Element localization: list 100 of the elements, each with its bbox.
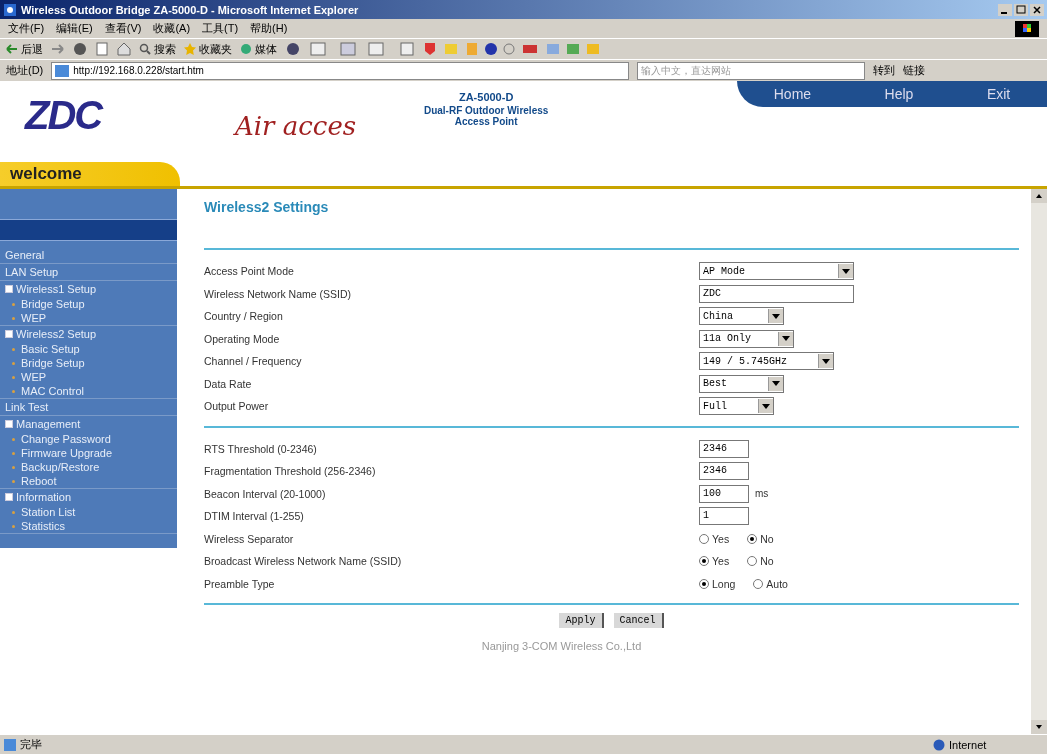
windows-logo-icon bbox=[1015, 20, 1039, 37]
brand-logo: Air acces bbox=[235, 111, 357, 143]
minimize-icon[interactable] bbox=[998, 3, 1012, 16]
zone-indicator: Internet bbox=[933, 738, 1043, 751]
sidebar-item[interactable]: General bbox=[0, 247, 177, 263]
favorites-button[interactable]: 收藏夹 bbox=[184, 41, 232, 57]
nav-link[interactable]: Exit bbox=[986, 86, 1011, 102]
sidebar-item[interactable]: Basic Setup bbox=[0, 342, 177, 356]
status-text: 完毕 bbox=[4, 737, 42, 752]
maximize-icon[interactable] bbox=[1014, 3, 1028, 16]
radio-label: Long bbox=[712, 577, 736, 590]
home-icon[interactable] bbox=[117, 42, 131, 56]
field-label: Channel / Frequency bbox=[204, 355, 303, 368]
sidebar-item[interactable]: Reboot bbox=[0, 474, 177, 488]
sidebar-item[interactable]: Bridge Setup bbox=[0, 356, 177, 370]
field-label: Preamble Type bbox=[204, 577, 276, 590]
field-label: Output Power bbox=[204, 400, 270, 413]
model-name: ZA-5000-D bbox=[457, 91, 515, 103]
dropdown[interactable]: 11a Only bbox=[699, 329, 794, 348]
square-bullet-icon bbox=[5, 420, 13, 428]
menu-item[interactable]: 编辑(E) bbox=[56, 21, 93, 36]
sidebar-item[interactable]: MAC Control bbox=[0, 384, 177, 398]
unit-label: ms bbox=[755, 488, 769, 500]
page-icon bbox=[55, 64, 70, 77]
dropdown[interactable]: 149 / 5.745GHz bbox=[699, 352, 834, 371]
square-bullet-icon bbox=[5, 285, 13, 293]
address-label: 地址(D) bbox=[6, 63, 44, 78]
sidebar-item[interactable]: Information bbox=[0, 489, 177, 505]
field-label: DTIM Interval (1-255) bbox=[204, 510, 305, 523]
page-icon bbox=[4, 738, 16, 751]
model-subtitle: Dual-RF Outdoor Wireless Access Point bbox=[422, 105, 550, 127]
form-button[interactable]: Apply bbox=[559, 613, 604, 628]
input-field[interactable]: 2346 bbox=[699, 462, 749, 481]
radio-label: Yes bbox=[712, 532, 730, 545]
radio-button[interactable] bbox=[753, 578, 764, 589]
square-bullet-icon bbox=[5, 330, 13, 338]
window-title: Wireless Outdoor Bridge ZA-5000-D - Microsoft Internet Explorer bbox=[21, 3, 359, 16]
menu-item[interactable]: 收藏(A) bbox=[153, 21, 191, 36]
field-label: Access Point Mode bbox=[204, 265, 295, 278]
radio-button[interactable] bbox=[699, 533, 709, 544]
menu-item[interactable]: 工具(T) bbox=[202, 21, 239, 36]
dropdown-arrow-icon bbox=[842, 268, 850, 274]
dropdown-arrow-icon bbox=[772, 313, 780, 319]
sidebar-item[interactable]: Station List bbox=[0, 505, 177, 519]
radio-button[interactable] bbox=[747, 533, 758, 544]
sidebar-item[interactable]: WEP bbox=[0, 370, 177, 384]
links-button[interactable]: 链接 bbox=[903, 63, 926, 78]
back-button[interactable]: 后退 bbox=[6, 41, 43, 57]
radio-button[interactable] bbox=[747, 556, 758, 567]
back-arrow-icon bbox=[6, 44, 18, 54]
sidebar-item[interactable]: Wireless1 Setup bbox=[0, 281, 177, 297]
welcome-banner: welcome bbox=[0, 162, 180, 186]
field-label: Beacon Interval (20-1000) bbox=[204, 487, 327, 500]
nav-link[interactable]: Home bbox=[773, 86, 812, 102]
sidebar-item[interactable]: WEP bbox=[0, 311, 177, 325]
form-button[interactable]: Cancel bbox=[613, 613, 664, 628]
radio-label: No bbox=[760, 555, 774, 568]
input-field[interactable]: 100 bbox=[699, 484, 749, 503]
sidebar-item[interactable]: Link Test bbox=[0, 399, 177, 415]
radio-label: Yes bbox=[712, 555, 730, 568]
address-field[interactable]: http://192.168.0.228/start.htm bbox=[51, 61, 630, 80]
media-button[interactable]: 媒体 bbox=[240, 41, 277, 57]
search-button[interactable]: 搜索 bbox=[139, 41, 176, 57]
sidebar-item[interactable]: Backup/Restore bbox=[0, 460, 177, 474]
dropdown-arrow-icon bbox=[822, 358, 830, 364]
dropdown[interactable]: AP Mode bbox=[699, 262, 854, 281]
sidebar-item[interactable]: Change Password bbox=[0, 432, 177, 446]
sidebar-item[interactable]: Bridge Setup bbox=[0, 297, 177, 311]
sidebar-item[interactable]: LAN Setup bbox=[0, 264, 177, 280]
menu-item[interactable]: 帮助(H) bbox=[250, 21, 288, 36]
menu-item[interactable]: 查看(V) bbox=[104, 21, 142, 36]
radio-label: No bbox=[760, 532, 774, 545]
page-title: Wireless2 Settings bbox=[204, 199, 330, 217]
field-label: Country / Region bbox=[204, 310, 284, 323]
sidebar-item[interactable]: Wireless2 Setup bbox=[0, 326, 177, 342]
star-icon bbox=[184, 43, 196, 55]
sidebar-item[interactable]: Management bbox=[0, 416, 177, 432]
field-label: Operating Mode bbox=[204, 332, 281, 345]
input-field[interactable]: ZDC bbox=[699, 284, 854, 303]
dropdown-arrow-icon bbox=[762, 403, 770, 409]
field-label: Fragmentation Threshold (256-2346) bbox=[204, 465, 377, 478]
sidebar-item[interactable]: Firmware Upgrade bbox=[0, 446, 177, 460]
go-button[interactable]: 转到 bbox=[873, 63, 896, 78]
dropdown-arrow-icon bbox=[772, 381, 780, 387]
footer-text: Nanjing 3-COM Wireless Co.,Ltd bbox=[480, 640, 643, 652]
search-icon bbox=[139, 43, 151, 55]
menu-item[interactable]: 文件(F) bbox=[8, 21, 45, 36]
dropdown-arrow-icon bbox=[782, 336, 790, 342]
nav-link[interactable]: Help bbox=[884, 86, 914, 102]
dropdown[interactable]: China bbox=[699, 307, 784, 326]
input-field[interactable]: 1 bbox=[699, 507, 749, 526]
dropdown[interactable]: Full bbox=[699, 397, 774, 416]
input-field[interactable]: 2346 bbox=[699, 439, 749, 458]
field-label: Wireless Separator bbox=[204, 532, 295, 545]
close-icon[interactable] bbox=[1030, 3, 1044, 16]
sidebar-item[interactable]: Statistics bbox=[0, 519, 177, 533]
radio-button[interactable] bbox=[699, 556, 709, 567]
dropdown[interactable]: Best bbox=[699, 374, 784, 393]
radio-button[interactable] bbox=[699, 578, 709, 589]
field-label: Broadcast Wireless Network Name (SSID) bbox=[204, 555, 403, 568]
